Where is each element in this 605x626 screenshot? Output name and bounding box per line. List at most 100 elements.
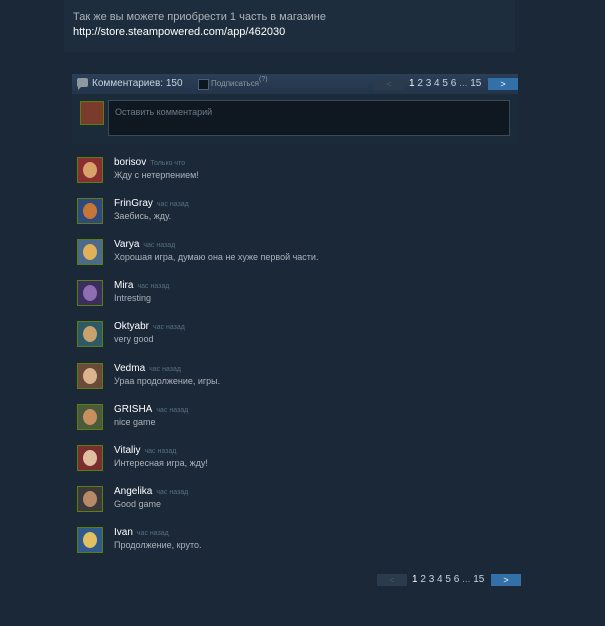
prev-page-button[interactable]: < [377,574,407,586]
comment-timestamp: час назад [153,324,185,331]
subscribe-label[interactable]: Подписаться [211,79,259,88]
prev-page-button[interactable]: < [374,78,404,90]
comment-text: Заебись, жду. [114,211,172,221]
avatar[interactable] [77,198,103,224]
next-page-button[interactable]: > [491,574,521,586]
avatar-face [83,326,97,342]
avatar-face [83,450,97,466]
comment-author[interactable]: Oktyabr [114,321,149,332]
comment-bubble-icon [77,78,88,90]
comment-input[interactable]: Оставить комментарий [108,100,510,136]
comment-author-line: Vitaliy час назад [114,445,176,456]
store-link[interactable]: http://store.steampowered.com/app/462030 [73,26,285,38]
avatar-face [83,532,97,548]
avatar-face [83,491,97,507]
avatar[interactable] [77,321,103,347]
page-link-last[interactable]: 15 [473,574,484,585]
page-link[interactable]: 5 [442,78,448,89]
avatar-face [83,244,97,260]
comment-timestamp: час назад [156,489,189,496]
comment-item: Mira час назад Intresting [77,280,507,310]
comment-author-line: Angelika час назад [114,486,188,497]
comment-author-line: borisov Только что [114,157,185,168]
comment-item: Angelika час назад Good game [77,486,507,516]
avatar[interactable] [77,527,103,553]
comment-timestamp: час назад [137,283,170,290]
comment-author-line: Oktyabr час назад [114,321,185,332]
avatar[interactable] [77,486,103,512]
comment-author-line: Mira час назад [114,280,169,291]
page-ellipsis: ... [462,574,471,585]
avatar[interactable] [77,157,103,183]
comment-item: Vitaliy час назад Интересная игра, жду! [77,445,507,475]
subscribe-help-icon[interactable]: (?) [259,76,268,83]
page-link[interactable]: 1 [409,78,415,89]
page-link[interactable]: 3 [426,78,432,89]
comments-header: Комментариев: 150 Подписаться (?) < 1 2 … [72,74,518,94]
comment-author[interactable]: Varya [114,239,139,250]
comment-text: nice game [114,417,156,427]
avatar-face [83,203,97,219]
pagination-bottom: < 1 2 3 4 5 6 ... 15 > [377,574,523,586]
page-link[interactable]: 2 [420,574,426,585]
announcement-body: Так же вы можете приобрести 1 часть в ма… [73,11,326,23]
avatar[interactable] [77,280,103,306]
comment-item: FrinGray час назад Заебись, жду. [77,198,507,228]
comment-author[interactable]: Mira [114,280,133,291]
comment-timestamp: час назад [156,407,189,414]
comment-author[interactable]: Ivan [114,527,133,538]
comment-author[interactable]: GRISHA [114,404,152,415]
comment-author-line: Varya час назад [114,239,175,250]
avatar[interactable] [77,404,103,430]
page-link[interactable]: 1 [412,574,418,585]
page-links: 1 2 3 4 5 6 ... 15 [409,78,481,90]
avatar-face [83,368,97,384]
comment-author-line: GRISHA час назад [114,404,188,415]
page-links: 1 2 3 4 5 6 ... 15 [412,574,484,586]
comment-text: Жду с нетерпением! [114,170,199,180]
avatar-face [83,285,97,301]
comment-text: Good game [114,499,162,509]
page-link[interactable]: 2 [417,78,423,89]
avatar-face [83,409,97,425]
avatar-face [83,162,97,178]
comment-author[interactable]: Angelika [114,486,152,497]
comment-item: GRISHA час назад nice game [77,404,507,434]
comment-item: Varya час назад Хорошая игра, думаю она не… [77,239,507,269]
comment-author[interactable]: Vitaliy [114,445,141,456]
comment-text: Продолжение, круто. [114,540,202,550]
announcement-text: Так же вы можете приобрести 1 часть в ма… [73,10,503,40]
comment-author-line: FrinGray час назад [114,198,189,209]
comment-text: very good [114,334,154,344]
page-link[interactable]: 6 [451,78,457,89]
page-link[interactable]: 5 [445,574,451,585]
comment-text: Intresting [114,293,152,303]
page-link[interactable]: 4 [437,574,443,585]
avatar [80,101,104,125]
avatar[interactable] [77,445,103,471]
avatar[interactable] [77,239,103,265]
comment-item: Vedma час назад Ураа продолжение, игры. [77,363,507,393]
subscribe-checkbox[interactable] [198,79,209,90]
comment-timestamp: час назад [143,242,176,249]
page-link[interactable]: 6 [454,574,460,585]
comment-timestamp: Только что [150,160,186,167]
page-link-last[interactable]: 15 [470,78,481,89]
comment-author[interactable]: Vedma [114,363,145,374]
comment-text: Хорошая игра, думаю она не хуже первой ч… [114,252,319,262]
page-link[interactable]: 4 [434,78,440,89]
comment-text: Интересная игра, жду! [114,458,208,468]
comment-author[interactable]: borisov [114,157,146,168]
comment-timestamp: час назад [149,366,181,373]
comment-author-line: Vedma час назад [114,363,181,374]
comment-author[interactable]: FrinGray [114,198,153,209]
avatar[interactable] [77,363,103,389]
comment-text: Ураа продолжение, игры. [114,376,221,386]
comment-timestamp: час назад [156,201,189,208]
comment-author-line: Ivan час назад [114,527,169,538]
comment-item: borisov Только что Жду с нетерпением! [77,157,507,187]
comment-form: Оставить комментарий [72,94,518,144]
page-link[interactable]: 3 [429,574,435,585]
next-page-button[interactable]: > [488,78,518,90]
comment-timestamp: час назад [136,530,169,537]
